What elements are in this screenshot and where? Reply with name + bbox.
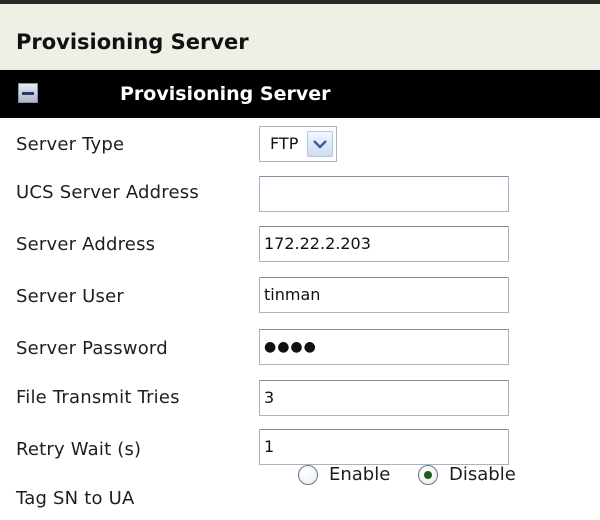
- radio-enable-label: Enable: [329, 464, 391, 485]
- section-title: Provisioning Server: [120, 83, 331, 105]
- provisioning-form: Server Type FTP UCS Server Address Serve…: [0, 118, 600, 520]
- server-type-label: Server Type: [16, 134, 125, 155]
- page-header: Provisioning Server: [0, 4, 600, 70]
- ucs-server-address-label: UCS Server Address: [16, 182, 199, 203]
- server-address-label: Server Address: [16, 234, 156, 255]
- minus-glyph: [22, 92, 34, 95]
- radio-button-selected-icon[interactable]: [418, 465, 438, 485]
- radio-button-icon[interactable]: [298, 465, 318, 485]
- file-transmit-tries-input[interactable]: 3: [259, 380, 509, 416]
- file-transmit-tries-label: File Transmit Tries: [16, 387, 180, 408]
- retry-wait-input[interactable]: 1: [259, 429, 509, 465]
- server-user-label: Server User: [16, 286, 124, 307]
- radio-dot: [424, 471, 432, 479]
- ucs-server-address-input[interactable]: [259, 176, 509, 212]
- server-type-value: FTP: [270, 134, 299, 153]
- server-address-input[interactable]: 172.22.2.203: [259, 226, 509, 262]
- section-header[interactable]: Provisioning Server: [0, 70, 600, 118]
- retry-wait-label: Retry Wait (s): [16, 439, 142, 460]
- page-title: Provisioning Server: [16, 30, 249, 54]
- server-type-select[interactable]: FTP: [259, 126, 337, 162]
- minus-box-icon[interactable]: [18, 83, 38, 103]
- chevron-down-icon[interactable]: [307, 131, 333, 157]
- tag-sn-to-ua-label: Tag SN to UA: [16, 488, 135, 509]
- radio-disable-label: Disable: [449, 464, 516, 485]
- server-password-input[interactable]: ●●●●: [259, 329, 509, 365]
- server-user-input[interactable]: tinman: [259, 277, 509, 313]
- server-password-label: Server Password: [16, 338, 168, 359]
